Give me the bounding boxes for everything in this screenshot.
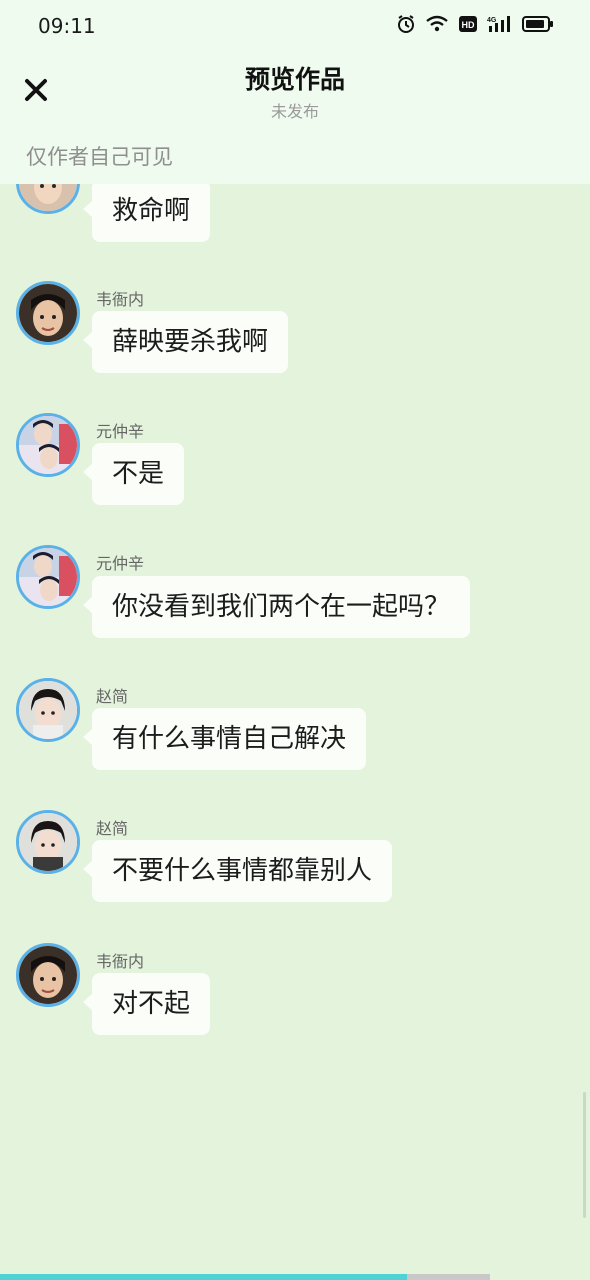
svg-text:HD: HD (462, 20, 475, 30)
hd-icon: HD (458, 14, 478, 34)
progress-bar-fill (0, 1274, 407, 1280)
avatar[interactable] (16, 545, 80, 609)
scrollbar[interactable] (583, 1092, 586, 1218)
sender-name: 元仲辛 (96, 554, 145, 573)
page-title: 预览作品 (244, 65, 345, 94)
avatar[interactable] (16, 943, 80, 1007)
sender-name: 元仲辛 (96, 422, 145, 441)
avatar[interactable] (16, 281, 80, 345)
status-time: 09:11 (38, 14, 96, 38)
cellular-signal-icon: 4G (487, 14, 513, 34)
visibility-note: 仅作者自己可见 (26, 145, 173, 169)
sender-name: 韦衙内 (96, 290, 145, 309)
sender-name: 韦衙内 (96, 952, 145, 971)
message-bubble[interactable]: 救命啊 (82, 180, 211, 242)
avatar[interactable] (16, 678, 80, 742)
publish-status: 未发布 (270, 102, 319, 121)
wifi-icon (425, 14, 449, 34)
status-icons: HD 4G (396, 14, 554, 34)
svg-text:4G: 4G (487, 17, 497, 24)
message-bubble[interactable]: 不是 (82, 443, 185, 505)
sender-name: 赵简 (96, 819, 129, 838)
progress-bar (0, 1274, 590, 1280)
message-bubble[interactable]: 不要什么事情都靠别人 (82, 840, 393, 902)
message-bubble[interactable]: 对不起 (82, 973, 211, 1035)
avatar[interactable] (16, 810, 80, 874)
message-bubble[interactable]: 薛映要杀我啊 (82, 311, 289, 373)
chat-area[interactable]: 救命啊 韦衙内 薛映要杀我啊 元仲辛 不是 元仲辛 你没看到我们两个在一起吗？ … (0, 0, 590, 1280)
header: 09:11 HD 4G 预览作品 未发布 仅作者自己可见 (0, 0, 590, 184)
message-bubble[interactable]: 你没看到我们两个在一起吗？ (82, 576, 471, 638)
avatar[interactable] (16, 413, 80, 477)
sender-name: 赵简 (96, 687, 129, 706)
alarm-icon (396, 14, 416, 34)
message-bubble[interactable]: 有什么事情自己解决 (82, 708, 367, 770)
battery-icon (522, 14, 554, 34)
progress-bar-remaining (407, 1274, 490, 1280)
